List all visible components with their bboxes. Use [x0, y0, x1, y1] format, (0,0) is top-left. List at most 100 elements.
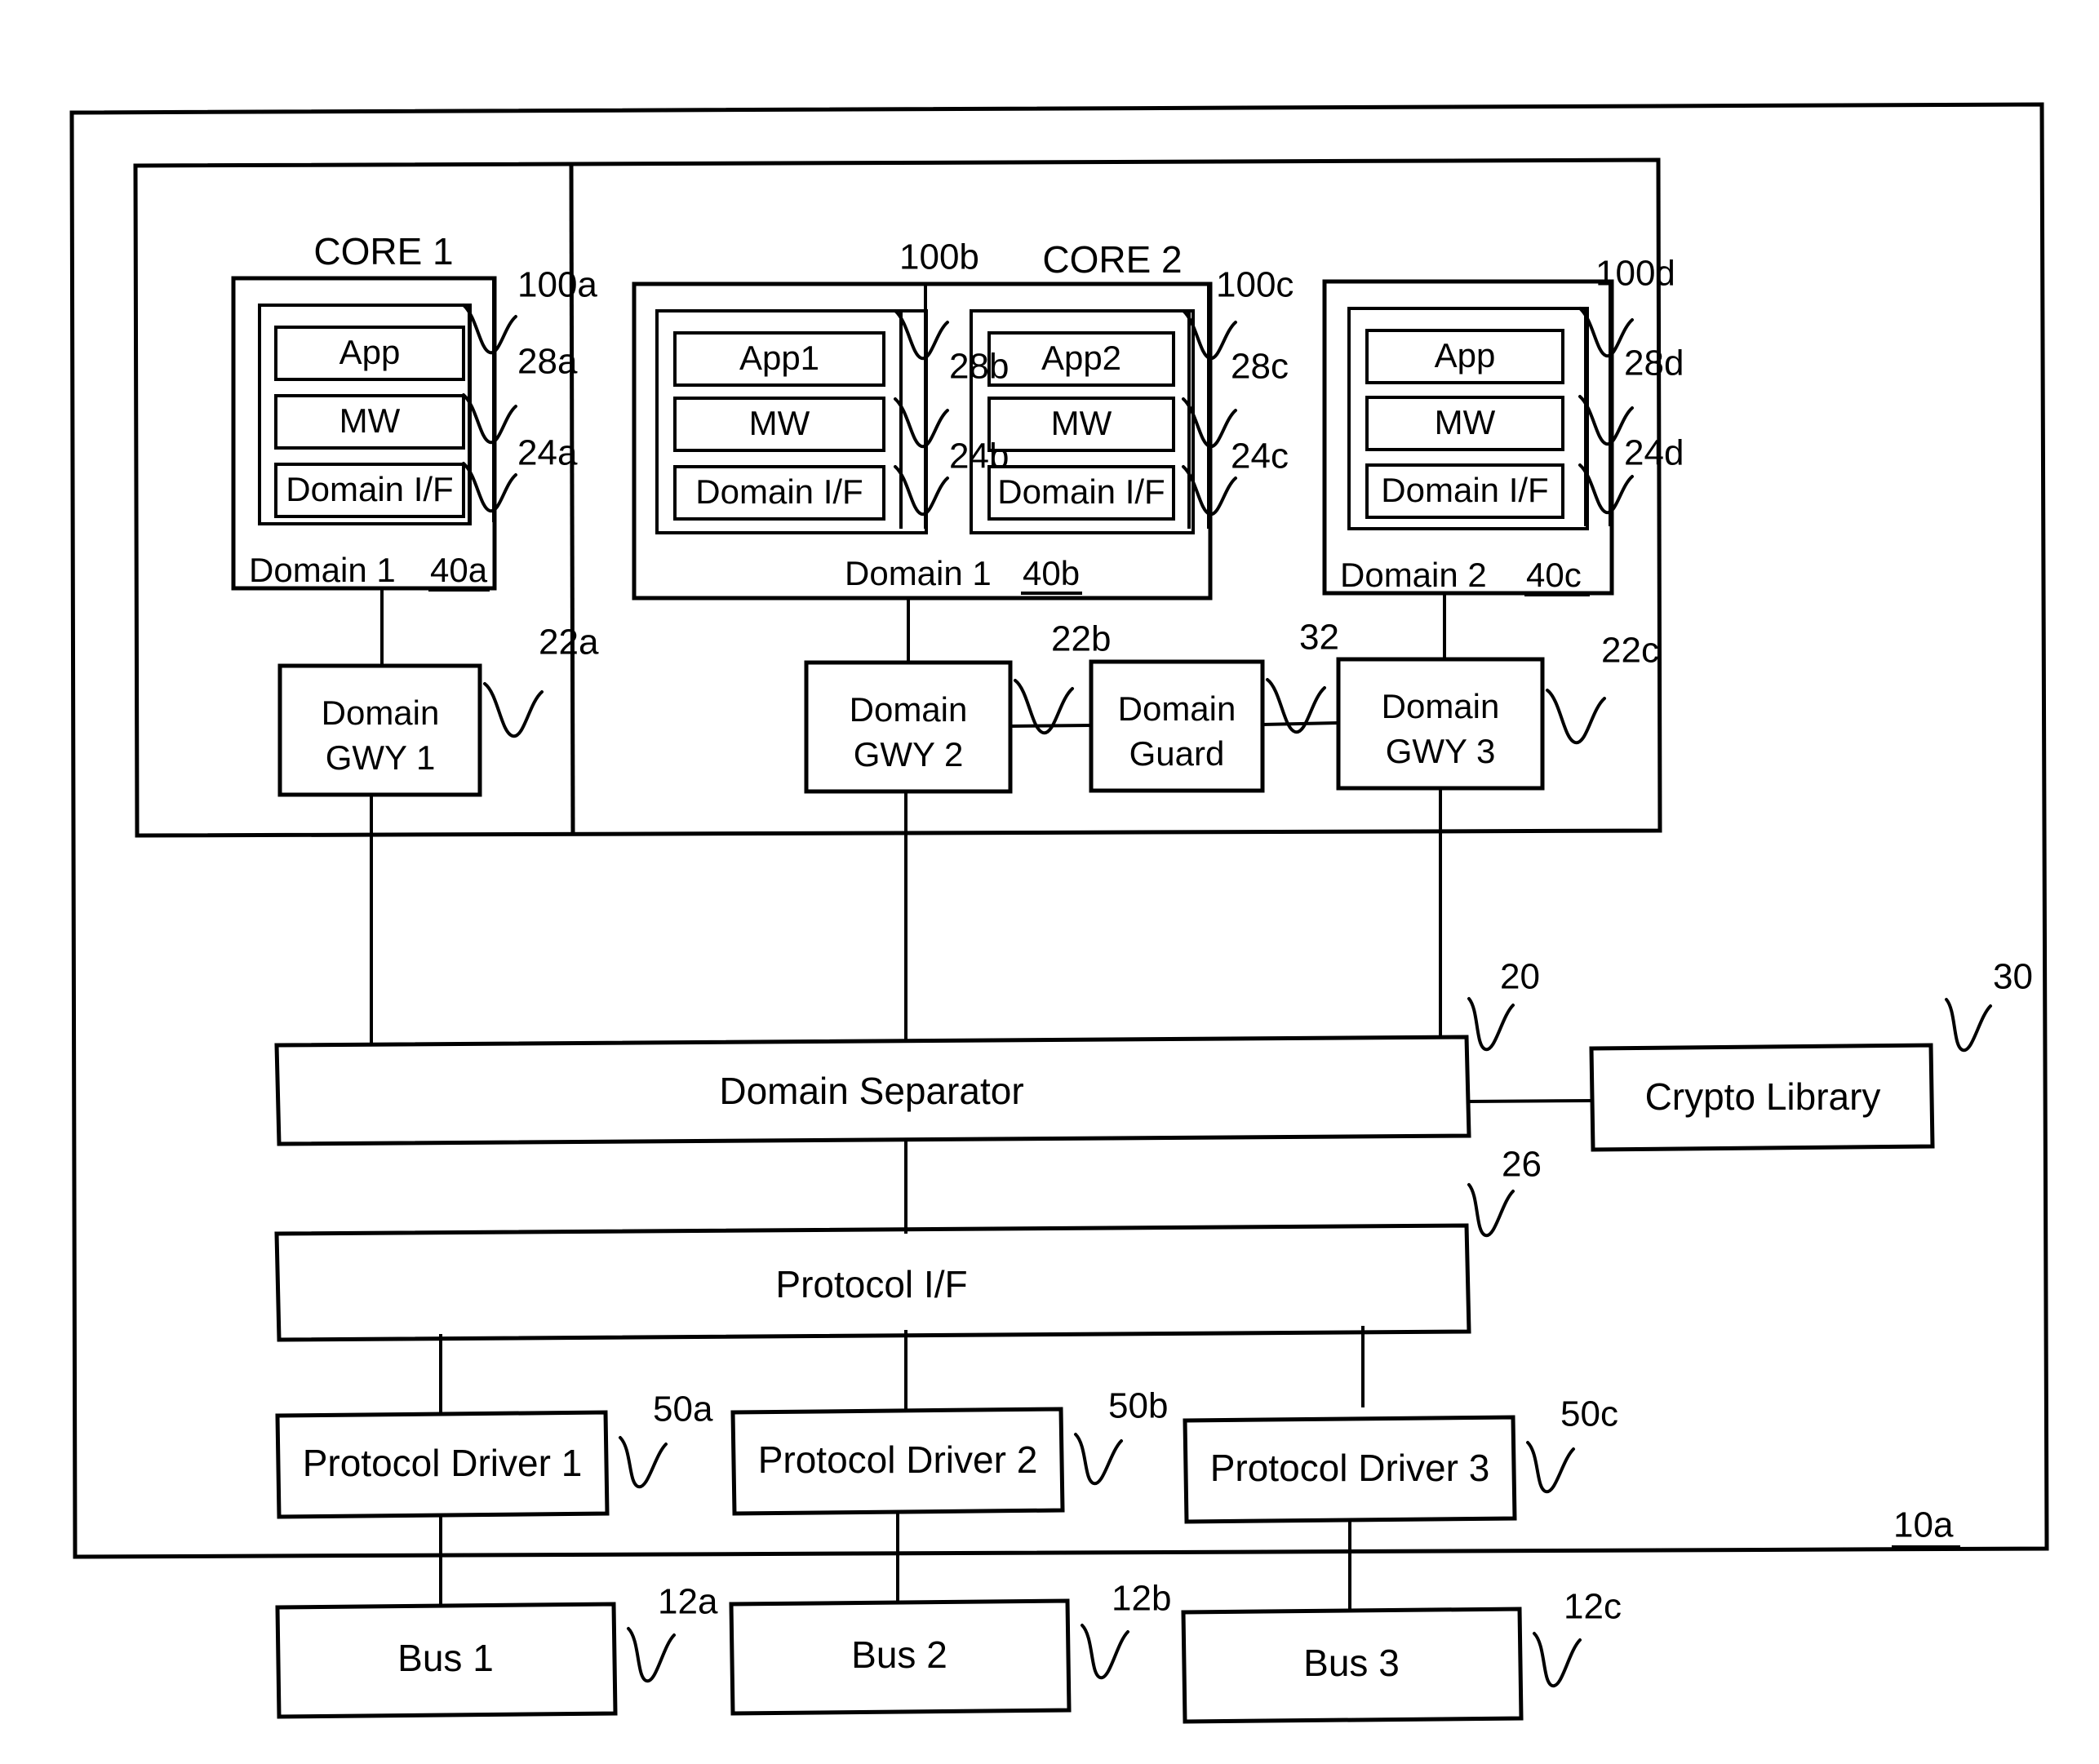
domain-label-40b: Domain 1 — [845, 554, 992, 592]
ref-28c: 28c — [1231, 347, 1289, 387]
squiggle-28b — [894, 397, 949, 449]
ref-24d: 24d — [1624, 433, 1684, 473]
domain-separator-label: Domain Separator — [719, 1070, 1023, 1112]
ref-50a: 50a — [653, 1389, 713, 1429]
domain-gwy-3-line1: Domain — [1382, 687, 1500, 725]
domain-group-100b: App1 MW Domain I/F 100b 28b 24b — [655, 237, 1009, 534]
squiggle-12c — [1533, 1632, 1582, 1688]
ref-26: 26 — [1502, 1145, 1542, 1185]
bus-1: Bus 1 12a — [275, 1582, 718, 1719]
crypto-library: Crypto Library 30 — [1467, 957, 2033, 1152]
domain-gwy-1-line1: Domain — [322, 694, 440, 732]
ref-24a: 24a — [517, 433, 578, 473]
squiggle-22a — [483, 682, 544, 738]
mw-label-40b: MW — [749, 404, 810, 442]
protocol-driver-3-label: Protocol Driver 3 — [1210, 1447, 1490, 1489]
protocol-driver-1-label: Protocol Driver 1 — [303, 1442, 583, 1484]
protocol-driver-3: Protocol Driver 3 50c — [1183, 1394, 1618, 1524]
ref-20: 20 — [1500, 957, 1540, 997]
domain-gwy-2-line2: GWY 2 — [854, 735, 964, 773]
bus-2: Bus 2 12b — [729, 1579, 1171, 1716]
domain-if-label-40b: Domain I/F — [695, 472, 863, 511]
figure-canvas: CORE 1 CORE 2 App MW Domain I/F Domain 1… — [69, 102, 2049, 1724]
protocol-driver-1: Protocol Driver 1 50a — [275, 1389, 713, 1519]
link-gwy2-guard — [1010, 724, 1092, 728]
squiggle-24b — [894, 465, 949, 516]
squiggle-26 — [1467, 1183, 1515, 1238]
ref-32: 32 — [1299, 618, 1339, 658]
ref-100d: 100d — [1595, 254, 1675, 294]
bus-2-label: Bus 2 — [851, 1633, 947, 1676]
ref-24b: 24b — [949, 437, 1009, 476]
ref-12c: 12c — [1564, 1587, 1622, 1627]
protocol-if: Protocol I/F 26 — [274, 1145, 1542, 1342]
ref-28d: 28d — [1624, 343, 1684, 383]
app2-label: App2 — [1041, 339, 1121, 377]
domain-separator: Domain Separator 20 — [274, 957, 1540, 1146]
bus-3-label: Bus 3 — [1303, 1642, 1400, 1684]
domain-ref-40b: 40b — [1023, 554, 1080, 592]
domain-gwy-1-line2: GWY 1 — [326, 738, 436, 777]
ref-100a: 100a — [517, 265, 597, 305]
domain-guard: Domain Guard 32 — [1089, 618, 1339, 793]
domain-label-40a: Domain 1 — [249, 551, 396, 589]
bus-1-label: Bus 1 — [397, 1637, 494, 1679]
ref-100c: 100c — [1216, 265, 1294, 305]
domain-if-label-40a: Domain I/F — [286, 470, 453, 508]
ref-50b: 50b — [1108, 1386, 1168, 1426]
squiggle-12b — [1081, 1624, 1129, 1680]
ref-50c: 50c — [1560, 1394, 1618, 1434]
domain-ref-40a: 40a — [430, 551, 488, 589]
squiggle-50c — [1526, 1441, 1575, 1494]
domain-if-label-40c: Domain I/F — [1381, 471, 1548, 509]
domain-guard-line2: Guard — [1129, 734, 1225, 773]
ref-12b: 12b — [1112, 1579, 1171, 1619]
domain-ref-40c: 40c — [1526, 556, 1582, 594]
ref-100b: 100b — [899, 237, 979, 277]
protocol-if-label: Protocol I/F — [775, 1263, 967, 1305]
domain-label-40c: Domain 2 — [1340, 556, 1487, 594]
crypto-library-label: Crypto Library — [1645, 1075, 1881, 1118]
protocol-driver-2-label: Protocol Driver 2 — [758, 1438, 1038, 1481]
ref-24c: 24c — [1231, 437, 1289, 476]
domain-if-label-100c: Domain I/F — [997, 472, 1165, 511]
domain-outer-box-40b — [632, 281, 1213, 601]
squiggle-100b — [894, 309, 949, 361]
squiggle-30 — [1945, 998, 1992, 1053]
domain-gwy-2-line1: Domain — [850, 690, 968, 729]
figure-ref-10a: 10a — [1893, 1505, 1954, 1545]
gateway-1: Domain GWY 1 22a — [277, 623, 599, 797]
link-guard-gwy3 — [1262, 721, 1339, 726]
ref-28a: 28a — [517, 342, 578, 382]
bus-3: Bus 3 12c — [1181, 1587, 1622, 1724]
ref-22a: 22a — [539, 623, 599, 663]
core-divider — [569, 162, 575, 834]
mw-label-100c: MW — [1051, 404, 1112, 442]
core-2-label: CORE 2 — [1042, 238, 1182, 281]
protocol-driver-2: Protocol Driver 2 50b — [730, 1386, 1168, 1516]
ref-22b: 22b — [1051, 619, 1111, 659]
squiggle-50b — [1074, 1433, 1123, 1486]
ref-30: 30 — [1993, 957, 2033, 997]
app-label-40c: App — [1435, 336, 1496, 375]
domain-group-100c: App2 MW Domain I/F 100c 28c 24c — [970, 265, 1294, 534]
patent-figure: CORE 1 CORE 2 App MW Domain I/F Domain 1… — [0, 0, 2099, 1764]
squiggle-20 — [1467, 997, 1515, 1052]
domain-group-40c: App MW Domain I/F Domain 2 40c 100d 28d … — [1322, 254, 1684, 596]
domain-gwy-3-line2: GWY 3 — [1386, 732, 1496, 770]
mw-label-40a: MW — [339, 401, 401, 440]
app1-label: App1 — [739, 339, 819, 377]
squiggle-12a — [627, 1627, 676, 1683]
ref-12a: 12a — [658, 1582, 718, 1622]
app-label-40a: App — [339, 333, 401, 371]
squiggle-50a — [619, 1436, 668, 1489]
gateway-2: Domain GWY 2 22b — [804, 619, 1111, 794]
squiggle-22c — [1546, 689, 1606, 745]
domain-guard-line1: Domain — [1118, 689, 1236, 728]
ref-28b: 28b — [949, 347, 1009, 387]
core-1-label: CORE 1 — [313, 230, 453, 273]
domain-group-40a: App MW Domain I/F Domain 1 40a 100a 28a … — [231, 265, 597, 592]
ref-22c: 22c — [1601, 631, 1659, 671]
mw-label-40c: MW — [1435, 403, 1496, 441]
gateway-3: Domain GWY 3 22c — [1336, 631, 1659, 791]
